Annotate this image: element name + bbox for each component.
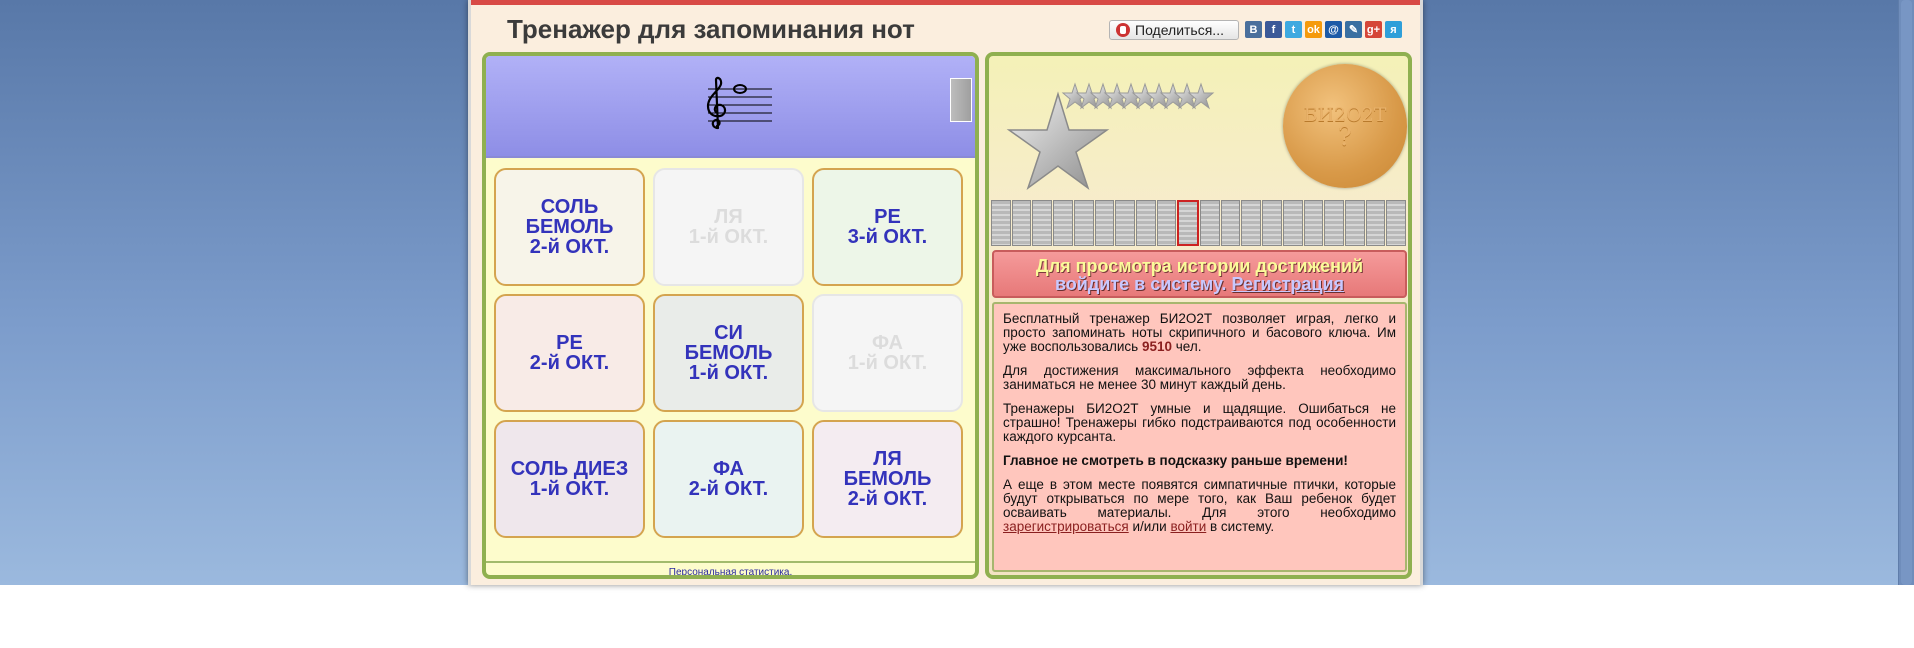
answer-card[interactable]: СОЛЬ ДИЕЗ 1-й ОКТ. — [494, 420, 645, 538]
progress-segment — [1386, 200, 1407, 246]
share-label: Поделиться... — [1135, 22, 1224, 38]
progress-segment — [1177, 200, 1200, 246]
progress-segment — [1262, 200, 1282, 246]
progress-segment — [1365, 200, 1386, 246]
register-link[interactable]: Регистрация — [1231, 274, 1344, 294]
mailru-icon[interactable]: @ — [1325, 21, 1342, 38]
big-star-icon — [1006, 91, 1110, 190]
answer-card[interactable]: РЕ 3-й ОКТ. — [812, 168, 963, 286]
progress-segment — [1094, 200, 1115, 246]
progress-segment — [1053, 200, 1073, 246]
login-prompt: Для просмотра истории достижений войдите… — [992, 250, 1407, 298]
top-accent-line — [471, 0, 1420, 5]
login-inline-link[interactable]: войти — [1170, 519, 1206, 534]
page-title: Тренажер для запоминания нот — [507, 14, 915, 44]
info-text-5: А еще в этом месте появятся симпатичные … — [1003, 477, 1396, 520]
page-container: Тренажер для запоминания нот Поделиться.… — [468, 0, 1423, 585]
scrollbar-thumb[interactable] — [1901, 0, 1912, 585]
progress-segment — [1032, 200, 1053, 246]
progress-segment — [1200, 200, 1220, 246]
progress-segment — [1220, 200, 1241, 246]
login-prompt-line1: Для просмотра истории достижений — [1035, 256, 1364, 276]
progress-segment — [1324, 200, 1344, 246]
answer-grid: СОЛЬ БЕМОЛЬ 2-й ОКТ. ЛЯ 1-й ОКТ. РЕ 3-й ОК… — [494, 168, 969, 538]
info-paragraph-3: Тренажеры БИ2О2Т умные и щадящие. Ошибат… — [1003, 401, 1396, 444]
progress-segment — [1156, 200, 1177, 246]
personal-stats-link[interactable]: Персональная статистика. — [486, 561, 975, 575]
trainer-panel: СОЛЬ БЕМОЛЬ 2-й ОКТ. ЛЯ 1-й ОКТ. РЕ 3-й ОК… — [482, 52, 979, 579]
music-staff — [706, 76, 772, 130]
progress-segment — [1011, 200, 1032, 246]
info-box: Бесплатный тренажер БИ2О2Т позволяет игр… — [992, 302, 1407, 572]
progress-segment — [1115, 200, 1135, 246]
note-display — [486, 56, 975, 158]
share-icon — [1116, 23, 1130, 37]
info-paragraph-5: А еще в этом месте появятся симпатичные … — [1003, 478, 1396, 534]
livejournal-icon[interactable]: ✎ — [1345, 21, 1362, 38]
answer-card: ЛЯ 1-й ОКТ. — [653, 168, 804, 286]
answer-card[interactable]: РЕ 2-й ОКТ. — [494, 294, 645, 412]
progress-segment — [1135, 200, 1156, 246]
vertical-scrollbar[interactable] — [1898, 0, 1914, 585]
info-text-1-suffix: чел. — [1171, 339, 1202, 354]
progress-segment — [1303, 200, 1324, 246]
answer-card: ФА 1-й ОКТ. — [812, 294, 963, 412]
progress-bars — [989, 200, 1408, 246]
coin-mark: ? — [1338, 122, 1352, 152]
treble-clef-icon — [706, 76, 727, 130]
progress-segment — [1282, 200, 1303, 246]
achievements-panel: БИ2О2Т ? Для просмотра истории достижени… — [985, 52, 1412, 579]
answer-card[interactable]: СОЛЬ БЕМОЛЬ 2-й ОКТ. — [494, 168, 645, 286]
progress-segment — [991, 200, 1011, 246]
info-paragraph-2: Для достижения максимального эффекта нео… — [1003, 363, 1396, 392]
login-link[interactable]: войдите в систему. — [1055, 274, 1226, 294]
info-paragraph-1: Бесплатный тренажер БИ2О2Т позволяет игр… — [1003, 312, 1396, 354]
facebook-icon[interactable]: f — [1265, 21, 1282, 38]
share-button[interactable]: Поделиться... — [1109, 20, 1239, 40]
answer-card[interactable]: ФА 2-й ОКТ. — [653, 420, 804, 538]
googleplus-icon[interactable]: g+ — [1365, 21, 1382, 38]
answer-card[interactable]: ЛЯ БЕМОЛЬ 2-й ОКТ. — [812, 420, 963, 538]
yaru-icon[interactable]: я — [1385, 21, 1402, 38]
social-icons: Bf t ok @ ✎ g+ я — [1245, 21, 1402, 38]
progress-segment — [1344, 200, 1365, 246]
stars-rating — [1006, 82, 1215, 190]
users-count: 9510 — [1141, 339, 1172, 354]
info-paragraph-4: Главное не смотреть в подсказку раньше в… — [1003, 453, 1348, 468]
vk-icon[interactable]: B — [1245, 21, 1262, 38]
info-text-5-mid: и/или — [1128, 519, 1171, 534]
register-inline-link[interactable]: зарегистрироваться — [1003, 519, 1129, 534]
twitter-icon[interactable]: t — [1285, 21, 1302, 38]
odnoklassniki-icon[interactable]: ok — [1305, 21, 1322, 38]
progress-segment — [1073, 200, 1094, 246]
achievement-coin: БИ2О2Т ? — [1283, 64, 1407, 188]
info-text-5-suffix: в систему. — [1206, 519, 1275, 534]
hint-toggle-button[interactable] — [950, 78, 972, 122]
answer-card[interactable]: СИ БЕМОЛЬ 1-й ОКТ. — [653, 294, 804, 412]
progress-segment — [1241, 200, 1262, 246]
